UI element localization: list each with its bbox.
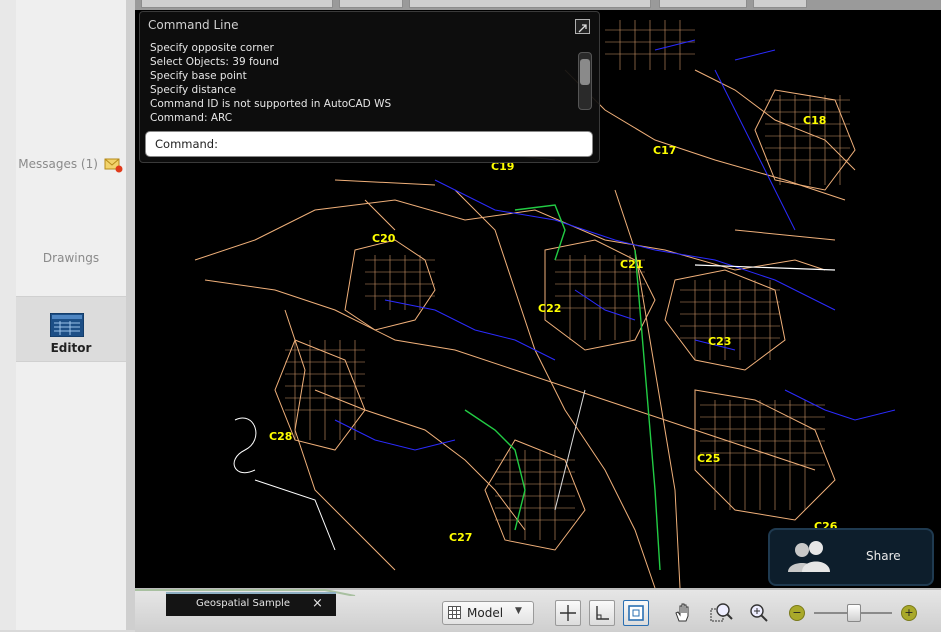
map-label: C21 — [620, 258, 644, 271]
sidebar: Messages (1) Drawings Editor — [16, 0, 127, 630]
snap-icon — [628, 605, 644, 621]
pan-icon[interactable] — [671, 601, 695, 625]
zoom-extents-icon[interactable] — [747, 601, 771, 625]
toolbar-button[interactable] — [141, 0, 333, 8]
crosshair-button[interactable] — [555, 600, 581, 626]
toolbar-button[interactable] — [753, 0, 807, 8]
tab-label: Geospatial Sample — [196, 598, 290, 609]
ortho-button[interactable] — [589, 600, 615, 626]
command-line-title: Command Line — [148, 18, 239, 32]
editor-icon — [50, 313, 84, 337]
sidebar-item-editor[interactable]: Editor — [16, 296, 126, 362]
command-input[interactable]: Command: — [145, 131, 593, 157]
sidebar-divider — [126, 0, 135, 630]
map-label: C22 — [538, 302, 562, 315]
chevron-down-icon: ▼ — [515, 606, 522, 616]
map-label: C20 — [372, 232, 396, 245]
left-border — [0, 0, 16, 630]
sidebar-item-label: Drawings — [42, 251, 100, 265]
zoom-slider-thumb[interactable] — [847, 604, 861, 622]
tab-geospatial-sample[interactable]: Geospatial Sample × — [166, 592, 336, 616]
command-log-scrollbar[interactable] — [578, 52, 592, 110]
toolbar-button[interactable] — [659, 0, 747, 8]
share-button[interactable]: Share — [768, 528, 934, 586]
zoom-window-icon[interactable] — [709, 601, 733, 625]
sidebar-item-label: Messages (1) — [18, 157, 98, 171]
log-line: Specify base point — [150, 70, 247, 82]
zoom-out-button[interactable]: − — [789, 605, 805, 621]
log-line: Specify distance — [150, 84, 237, 96]
command-prompt-label: Command: — [155, 137, 218, 151]
layout-select[interactable]: Model ▼ — [442, 601, 534, 625]
map-label: C17 — [653, 144, 677, 157]
share-label: Share — [866, 549, 901, 563]
top-toolbar — [135, 0, 941, 10]
command-line-panel: Command Line Specify opposite corner Sele… — [139, 11, 600, 163]
log-line: Command: ARC — [150, 112, 233, 124]
log-line: Command ID is not supported in AutoCAD W… — [150, 98, 392, 110]
toolbar-button[interactable] — [339, 0, 403, 8]
map-label: C18 — [803, 114, 827, 127]
envelope-icon — [104, 158, 123, 172]
zoom-in-button[interactable]: + — [901, 605, 917, 621]
ortho-icon — [596, 606, 609, 620]
toolbar-button[interactable] — [409, 0, 651, 8]
log-line: Specify opposite corner — [150, 42, 274, 54]
command-log: Specify opposite corner Select Objects: 3… — [150, 41, 391, 125]
map-label: C28 — [269, 430, 293, 443]
grid-icon — [448, 606, 461, 619]
sidebar-item-messages[interactable]: Messages (1) — [16, 154, 126, 174]
map-label: C23 — [708, 335, 732, 348]
people-icon — [788, 541, 830, 572]
map-label: C27 — [449, 531, 473, 544]
sidebar-item-label: Editor — [50, 341, 92, 355]
crosshair-icon — [560, 605, 576, 621]
resize-icon[interactable] — [575, 19, 590, 34]
close-icon[interactable]: × — [312, 596, 323, 611]
sidebar-item-drawings[interactable]: Drawings — [16, 248, 126, 268]
map-label: C25 — [697, 452, 721, 465]
layout-select-value: Model — [467, 606, 504, 620]
snap-button[interactable] — [623, 600, 649, 626]
log-line: Select Objects: 39 found — [150, 56, 280, 68]
scrollbar-thumb[interactable] — [580, 59, 590, 85]
